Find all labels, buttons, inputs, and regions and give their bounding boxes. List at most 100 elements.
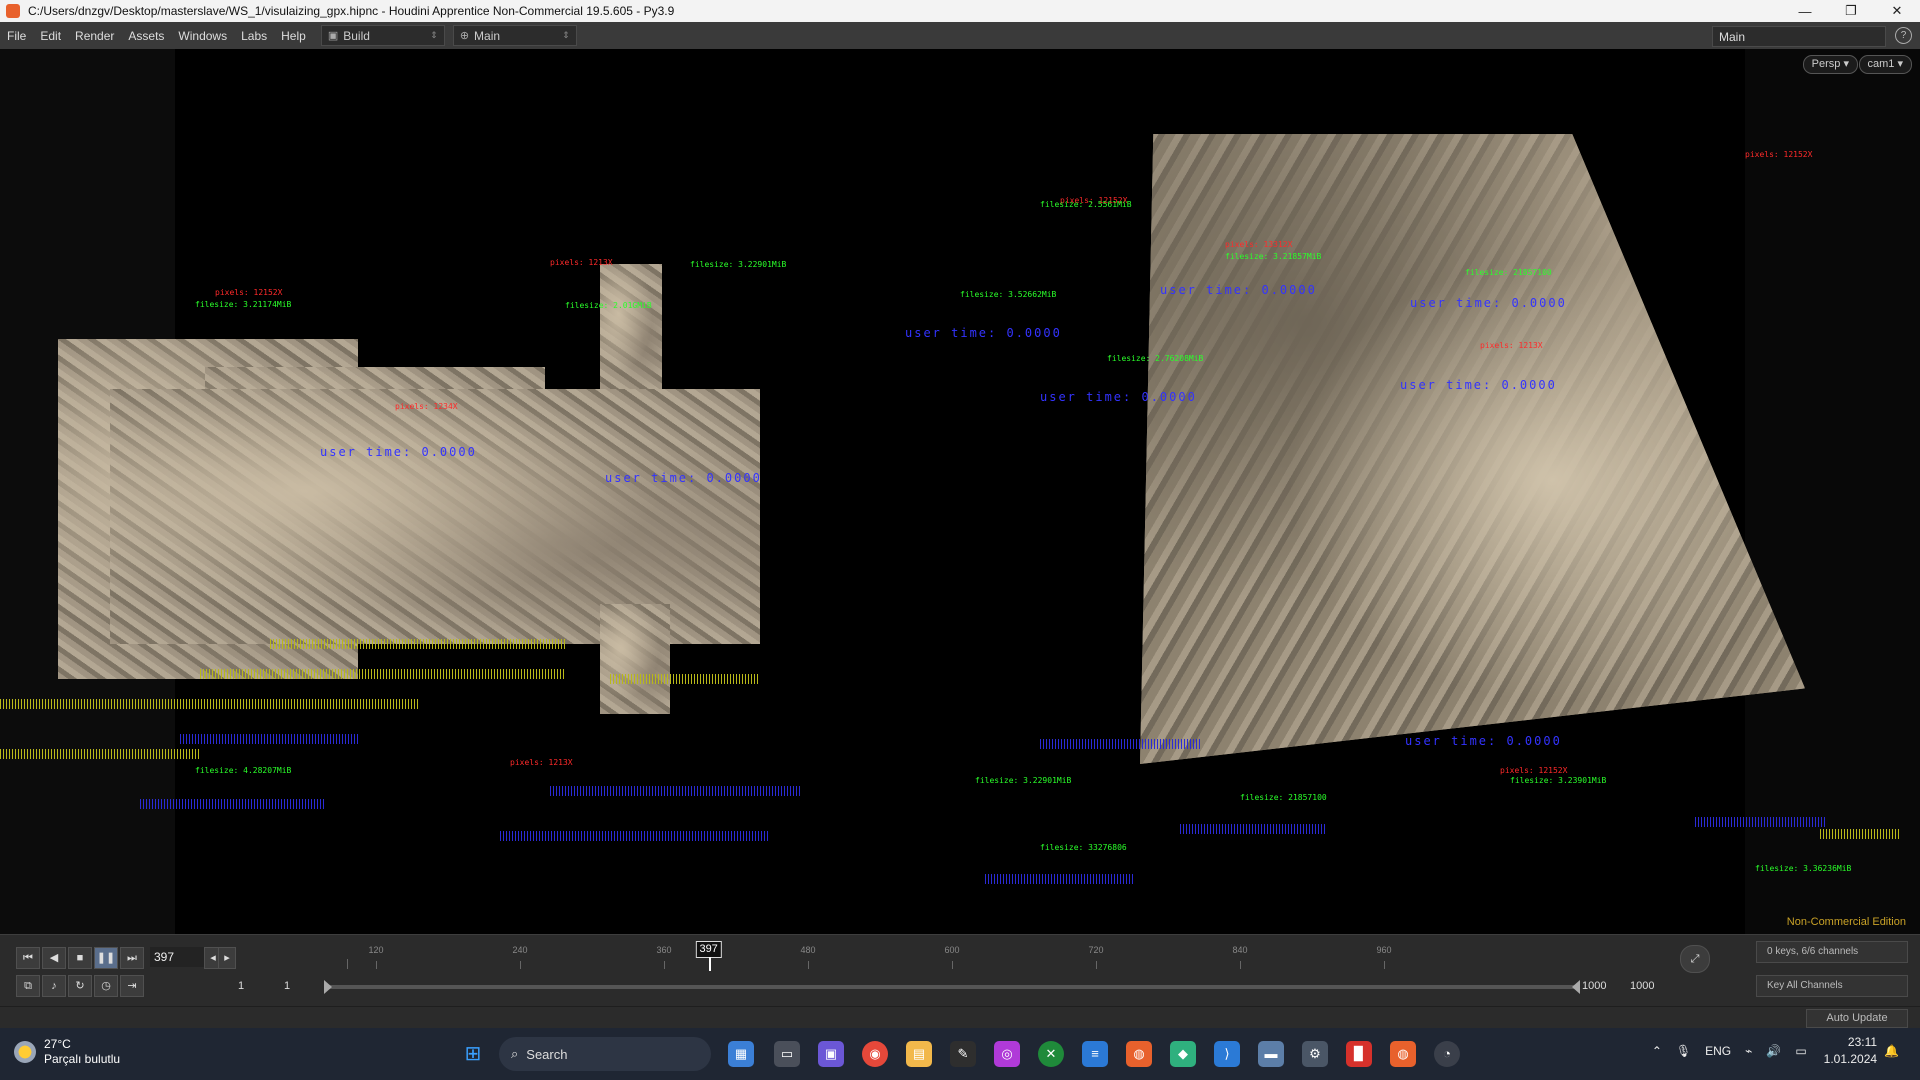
graph-marks xyxy=(1820,829,1900,839)
clock[interactable]: 23:11 1.01.2024 xyxy=(1824,1034,1877,1068)
graph-marks xyxy=(1040,739,1200,749)
key-all-channels-button[interactable]: Key All Channels xyxy=(1756,975,1908,997)
widgets-icon[interactable]: ▦ xyxy=(728,1041,754,1067)
minimize-button[interactable]: — xyxy=(1782,0,1828,22)
screen-icon[interactable]: ▬ xyxy=(1258,1041,1284,1067)
right-desk-dropdown[interactable]: Main xyxy=(1712,26,1886,47)
battery-icon[interactable]: ▭ xyxy=(1795,1044,1806,1058)
windows-taskbar: 27°C Parçalı bulutlu ⊞ ⌕ Search ▦ ▭ ▣ ◉ … xyxy=(0,1028,1920,1080)
file-explorer-icon[interactable]: ▤ xyxy=(906,1041,932,1067)
graph-marks xyxy=(1180,824,1325,834)
temperature: 27°C xyxy=(44,1037,71,1051)
microphone-icon[interactable]: 🎙 xyxy=(1676,1044,1691,1058)
tick-label: 960 xyxy=(1376,945,1392,955)
maximize-button[interactable]: ❐ xyxy=(1828,0,1874,22)
scene-viewport[interactable]: Persp ▾ cam1 ▾ pixels: 12152X pixels: 12… xyxy=(0,49,1920,934)
crosshair-icon: ⊕ xyxy=(459,30,470,42)
settings-icon[interactable]: ⚙ xyxy=(1302,1041,1328,1067)
houdini-active-icon[interactable]: ◍ xyxy=(1390,1041,1416,1067)
search-label: Search xyxy=(526,1046,568,1062)
realtime-clock-icon[interactable]: ◷ xyxy=(94,975,118,997)
filesize-label: filesize: 3.52662MiB xyxy=(960,290,1057,299)
range-start-handle[interactable] xyxy=(324,980,332,994)
pixels-label: pixels: 12152X xyxy=(215,288,283,297)
timeline-ruler[interactable]: 120 240 360 480 600 720 840 960 397 xyxy=(232,941,1672,971)
notification-bell-icon[interactable]: 🔔 xyxy=(1884,1044,1899,1058)
steam-icon[interactable]: ◔ xyxy=(1434,1041,1460,1067)
tick-mark xyxy=(347,959,349,969)
menu-labs[interactable]: Labs xyxy=(234,29,274,43)
tick-label: 360 xyxy=(656,945,672,955)
volume-icon[interactable]: 🔊 xyxy=(1766,1044,1781,1058)
taskbar-search[interactable]: ⌕ Search xyxy=(499,1037,711,1071)
windows-start-icon[interactable]: ⊞ xyxy=(460,1041,486,1067)
menu-assets[interactable]: Assets xyxy=(121,29,171,43)
menu-edit[interactable]: Edit xyxy=(33,29,68,43)
tick-label: 840 xyxy=(1232,945,1248,955)
range-start-playback-field[interactable]: 1 xyxy=(284,977,290,995)
desktop-main-label: Main xyxy=(474,28,501,43)
task-view-icon[interactable]: ▭ xyxy=(774,1041,800,1067)
step-back-icon[interactable]: ◀ xyxy=(42,947,66,969)
stop-icon[interactable]: ■ xyxy=(68,947,92,969)
image-plane xyxy=(600,264,662,389)
step-icon[interactable]: ⇥ xyxy=(120,975,144,997)
menu-help[interactable]: Help xyxy=(274,29,313,43)
pixels-label: pixels: 12152X xyxy=(1500,766,1568,775)
xbox-icon[interactable]: ✕ xyxy=(1038,1041,1064,1067)
keys-info: 0 keys, 6/6 channels xyxy=(1756,941,1908,963)
non-commercial-badge: Non-Commercial Edition xyxy=(1786,916,1906,928)
teams-icon[interactable]: ▣ xyxy=(818,1041,844,1067)
tick-mark xyxy=(520,961,521,969)
weather-widget[interactable]: 27°C Parçalı bulutlu xyxy=(14,1037,120,1067)
loop-icon[interactable]: ↻ xyxy=(68,975,92,997)
tick-mark xyxy=(1096,961,1097,969)
pixels-label: pixels: 1213X xyxy=(550,258,613,267)
close-button[interactable]: ✕ xyxy=(1874,0,1920,22)
vscode-icon[interactable]: ⟩ xyxy=(1214,1041,1240,1067)
tick-label: 720 xyxy=(1088,945,1104,955)
auto-update-dropdown[interactable]: Auto Update xyxy=(1806,1009,1908,1028)
language-indicator[interactable]: ENG xyxy=(1705,1044,1731,1058)
range-end-playback-field[interactable]: 1000 xyxy=(1582,977,1606,995)
range-end-handle[interactable] xyxy=(1572,980,1580,994)
filesize-label: filesize: 2.76208MiB xyxy=(1107,354,1204,363)
tick-mark xyxy=(1384,961,1385,969)
filesize-label: filesize: 3.23901MiB xyxy=(1510,776,1607,785)
pixels-label: pixels: 13312X xyxy=(1225,240,1293,249)
filesize-label: filesize: 3.21857MiB xyxy=(1225,252,1322,261)
audio-icon[interactable]: ♪ xyxy=(42,975,66,997)
current-frame-input[interactable]: 397 xyxy=(150,947,204,967)
git-icon[interactable]: ◆ xyxy=(1170,1041,1196,1067)
network-icon[interactable]: ⌁ xyxy=(1745,1044,1752,1058)
notes-icon[interactable]: ≡ xyxy=(1082,1041,1108,1067)
graph-marks xyxy=(610,674,760,684)
jump-to-start-icon[interactable]: ⏮ xyxy=(16,947,40,969)
houdini-icon[interactable]: ◍ xyxy=(1126,1041,1152,1067)
tick-mark xyxy=(808,961,809,969)
camera-menu-button[interactable]: cam1 ▾ xyxy=(1858,55,1912,74)
timeline-cursor-label[interactable]: 397 xyxy=(695,941,722,958)
range-end-field[interactable]: 1000 xyxy=(1630,977,1654,995)
playback-range-bar[interactable] xyxy=(328,985,1578,989)
chevron-up-icon[interactable]: ⌃ xyxy=(1652,1044,1662,1058)
desktop-main-dropdown[interactable]: ⊕ Main ⇕ xyxy=(452,25,577,46)
pixels-label: pixels: 12152X xyxy=(1745,150,1813,159)
instagram-icon[interactable]: ◎ xyxy=(994,1041,1020,1067)
help-icon[interactable]: ? xyxy=(1895,27,1912,44)
realtime-toggle-icon[interactable]: ⤢ xyxy=(1680,945,1710,973)
range-start-field[interactable]: 1 xyxy=(238,977,244,995)
menu-windows[interactable]: Windows xyxy=(171,29,234,43)
menu-file[interactable]: File xyxy=(0,29,33,43)
pause-icon[interactable]: ❚❚ xyxy=(94,947,118,969)
desktop-build-dropdown[interactable]: ▣ Build ⇕ xyxy=(320,25,445,46)
menu-render[interactable]: Render xyxy=(68,29,121,43)
keyframe-icon[interactable]: ⧉ xyxy=(16,975,40,997)
inkscape-icon[interactable]: ✎ xyxy=(950,1041,976,1067)
chevron-updown-icon: ⇕ xyxy=(562,30,570,40)
jump-to-end-icon[interactable]: ⏭ xyxy=(120,947,144,969)
persp-view-button[interactable]: Persp ▾ xyxy=(1802,55,1858,74)
pdf-icon[interactable]: ▉ xyxy=(1346,1041,1372,1067)
timeline-cursor[interactable] xyxy=(708,957,711,971)
chrome-icon[interactable]: ◉ xyxy=(862,1041,888,1067)
